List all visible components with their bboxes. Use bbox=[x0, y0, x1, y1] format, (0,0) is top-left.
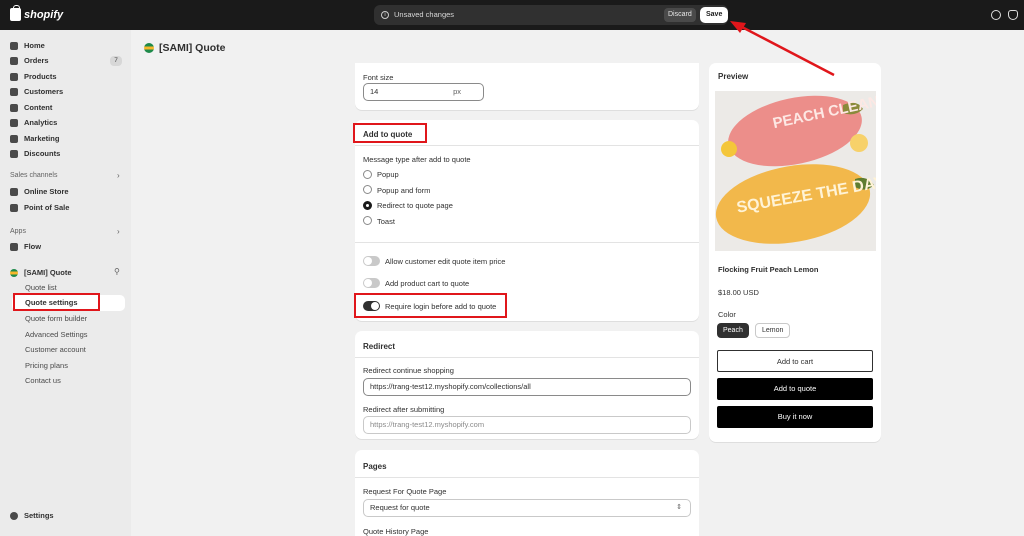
add-to-quote-button[interactable]: Add to quote bbox=[717, 378, 873, 400]
home-icon bbox=[10, 41, 18, 50]
unsaved-changes-bar: i Unsaved changes Discard Save bbox=[374, 5, 729, 25]
info-icon: i bbox=[381, 11, 389, 19]
highlight-require-login bbox=[354, 293, 507, 318]
sidebar-item-settings[interactable]: Settings bbox=[10, 511, 54, 520]
divider bbox=[355, 477, 699, 478]
toggle-label-add-product-cart: Add product cart to quote bbox=[385, 279, 470, 288]
tag-icon bbox=[10, 72, 18, 81]
top-bar: shopify i Unsaved changes Discard Save bbox=[0, 0, 1024, 30]
highlight-quote-settings bbox=[13, 293, 100, 311]
sidebar-subitem-contact-us[interactable]: Contact us bbox=[25, 376, 61, 385]
content-icon bbox=[10, 103, 18, 112]
gear-icon bbox=[10, 511, 18, 520]
color-option-lemon[interactable]: Lemon bbox=[755, 323, 791, 338]
apps-heading[interactable]: Apps bbox=[10, 228, 26, 235]
sidebar-subitem-quote-form-builder[interactable]: Quote form builder bbox=[25, 314, 87, 323]
target-icon bbox=[10, 134, 18, 143]
radio-label-toast[interactable]: Toast bbox=[377, 217, 395, 226]
discount-icon bbox=[10, 149, 18, 158]
toggle-allow-edit-price[interactable] bbox=[363, 256, 380, 266]
discard-button[interactable]: Discard bbox=[664, 8, 696, 22]
radio-label-redirect-to-quote-page[interactable]: Redirect to quote page bbox=[377, 201, 453, 210]
sami-quote-logo-icon bbox=[144, 43, 154, 53]
radio-popup-and-form[interactable] bbox=[363, 185, 372, 194]
sales-channels-heading[interactable]: Sales channels bbox=[10, 172, 57, 179]
orders-icon bbox=[10, 56, 18, 65]
shopify-bag-icon bbox=[10, 5, 21, 21]
toggle-add-product-cart[interactable] bbox=[363, 278, 380, 288]
logo-text: shopify bbox=[24, 8, 64, 21]
sidebar-item-home[interactable]: Home bbox=[10, 41, 45, 50]
chevron-right-icon[interactable]: › bbox=[117, 227, 120, 236]
radio-popup[interactable] bbox=[363, 170, 372, 179]
color-option-peach[interactable]: Peach bbox=[717, 323, 749, 338]
font-size-unit: px bbox=[453, 87, 461, 96]
product-name: Flocking Fruit Peach Lemon bbox=[718, 265, 819, 274]
radio-toast[interactable] bbox=[363, 216, 372, 225]
font-size-label: Font size bbox=[363, 73, 394, 82]
divider bbox=[355, 357, 699, 358]
sidebar-item-point-of-sale[interactable]: Point of Sale bbox=[10, 203, 69, 212]
radio-label-popup[interactable]: Popup bbox=[377, 170, 399, 179]
font-size-input[interactable]: 14 px bbox=[363, 83, 484, 101]
person-icon bbox=[10, 87, 18, 96]
pos-icon bbox=[10, 203, 18, 212]
sidebar-item-customers[interactable]: Customers bbox=[10, 87, 63, 96]
add-to-cart-button[interactable]: Add to cart bbox=[717, 350, 873, 372]
redirect-continue-label: Redirect continue shopping bbox=[363, 366, 454, 375]
sidebar-subitem-pricing-plans[interactable]: Pricing plans bbox=[25, 361, 68, 370]
sidebar-subitem-advanced-settings[interactable]: Advanced Settings bbox=[25, 330, 88, 339]
divider bbox=[355, 145, 699, 146]
sidebar-item-analytics[interactable]: Analytics bbox=[10, 118, 57, 127]
toggle-label-allow-edit-price: Allow customer edit quote item price bbox=[385, 257, 506, 266]
buy-it-now-button[interactable]: Buy it now bbox=[717, 406, 873, 428]
orders-count-badge: 7 bbox=[110, 56, 122, 66]
redirect-continue-input[interactable]: https://trang-test12.myshopify.com/colle… bbox=[363, 378, 691, 396]
product-rug-illustration: PEACH CLEAN SQUEEZE THE DAY bbox=[715, 91, 876, 251]
rfq-page-label: Request For Quote Page bbox=[363, 487, 447, 496]
pages-heading: Pages bbox=[363, 462, 387, 471]
sidebar-item-content[interactable]: Content bbox=[10, 103, 52, 112]
sidebar-item-products[interactable]: Products bbox=[10, 72, 57, 81]
page-title: [SAMI] Quote bbox=[144, 42, 226, 54]
radio-label-popup-and-form[interactable]: Popup and form bbox=[377, 186, 430, 195]
annotation-arrow bbox=[730, 21, 835, 77]
chart-icon bbox=[10, 118, 18, 127]
select-chevron-icon: ⇕ bbox=[676, 504, 682, 511]
sidebar-subitem-quote-list[interactable]: Quote list bbox=[25, 283, 57, 292]
highlight-add-to-quote bbox=[353, 123, 427, 143]
unsaved-changes-text: Unsaved changes bbox=[394, 10, 455, 19]
product-image: PEACH CLEAN SQUEEZE THE DAY bbox=[715, 91, 876, 251]
color-label: Color bbox=[718, 310, 736, 319]
sidebar-item-online-store[interactable]: Online Store bbox=[10, 187, 69, 196]
sidebar-item-discounts[interactable]: Discounts bbox=[10, 149, 60, 158]
rfq-page-select[interactable]: Request for quote ⇕ bbox=[363, 499, 691, 517]
store-switch-icon[interactable] bbox=[991, 10, 1001, 20]
store-icon bbox=[10, 187, 18, 196]
shopify-logo[interactable]: shopify bbox=[10, 5, 64, 21]
redirect-heading: Redirect bbox=[363, 342, 396, 351]
redirect-after-input[interactable]: https://trang-test12.myshopify.com bbox=[363, 416, 691, 434]
pin-icon[interactable]: ⚲ bbox=[114, 267, 120, 276]
chevron-right-icon[interactable]: › bbox=[117, 171, 120, 180]
radio-redirect-to-quote-page[interactable] bbox=[363, 201, 372, 210]
message-type-label: Message type after add to quote bbox=[363, 155, 471, 164]
divider bbox=[355, 242, 699, 243]
add-to-quote-card bbox=[355, 120, 699, 321]
sidebar-item-marketing[interactable]: Marketing bbox=[10, 134, 59, 143]
sidebar-subitem-customer-account[interactable]: Customer account bbox=[25, 345, 86, 354]
quote-history-page-label: Quote History Page bbox=[363, 527, 429, 536]
sami-quote-app-icon bbox=[10, 268, 18, 277]
sidebar-item-sami-quote[interactable]: [SAMI] Quote bbox=[10, 268, 72, 277]
sidebar-item-flow[interactable]: Flow bbox=[10, 242, 41, 251]
bell-icon[interactable] bbox=[1008, 10, 1018, 20]
flow-icon bbox=[10, 242, 18, 251]
product-price: $18.00 USD bbox=[718, 288, 759, 297]
sidebar-item-orders[interactable]: Orders bbox=[10, 56, 49, 65]
redirect-after-label: Redirect after submitting bbox=[363, 405, 445, 414]
